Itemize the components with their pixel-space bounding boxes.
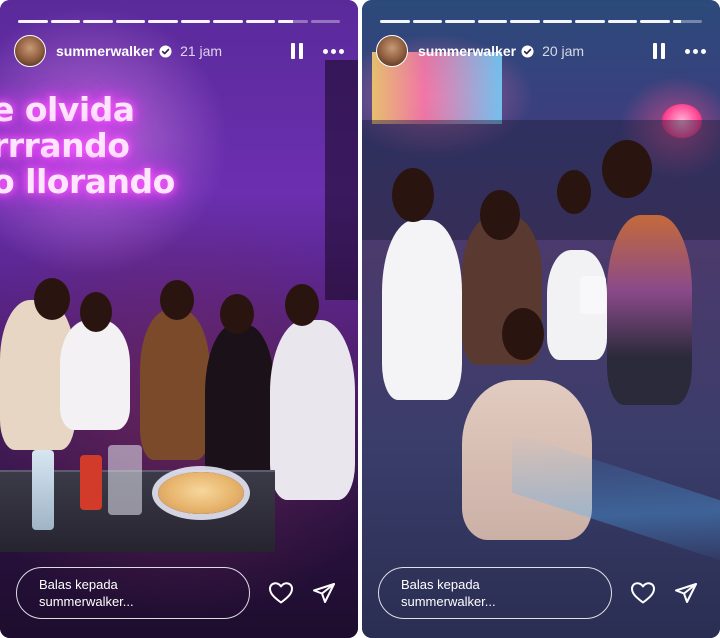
person-head: [480, 190, 520, 240]
floor-light: [512, 432, 720, 568]
send-icon[interactable]: [674, 581, 698, 605]
cake: [158, 472, 244, 514]
heart-icon[interactable]: [268, 581, 294, 605]
person-head: [502, 308, 544, 360]
reply-input[interactable]: Balas kepada summerwalker...: [16, 567, 250, 619]
wall-panel: [325, 60, 358, 300]
progress-segment: [180, 20, 210, 23]
avatar[interactable]: [376, 35, 408, 67]
neon-sign: e olvida rrrando o llorando: [0, 90, 175, 201]
story-progress: [380, 20, 702, 23]
reply-placeholder: Balas kepada: [39, 577, 118, 592]
person-head: [220, 294, 254, 334]
story-photo: [362, 0, 720, 638]
story-header: summerwalker 21 jam: [14, 33, 344, 69]
progress-segment: [640, 20, 670, 23]
story-footer: Balas kepada summerwalker...: [16, 566, 344, 620]
progress-segment: [672, 20, 702, 23]
progress-segment: [245, 20, 275, 23]
progress-segment: [445, 20, 475, 23]
send-icon[interactable]: [312, 581, 336, 605]
person-head: [160, 280, 194, 320]
username[interactable]: summerwalker: [418, 43, 516, 59]
reply-placeholder: summerwalker...: [39, 594, 134, 609]
verified-badge-icon: [521, 44, 534, 58]
avatar[interactable]: [14, 35, 46, 67]
person-head: [34, 278, 70, 320]
story-photo: e olvida rrrando o llorando: [0, 0, 358, 638]
progress-segment: [477, 20, 507, 23]
phone: [580, 276, 606, 314]
progress-segment: [542, 20, 572, 23]
story-footer: Balas kepada summerwalker...: [378, 566, 706, 620]
pause-icon[interactable]: [653, 43, 667, 59]
progress-segment: [510, 20, 540, 23]
progress-segment: [575, 20, 605, 23]
person-head: [557, 170, 591, 214]
story-progress: [18, 20, 340, 23]
reply-placeholder: Balas kepada: [401, 577, 480, 592]
progress-segment: [148, 20, 178, 23]
progress-segment: [18, 20, 48, 23]
progress-segment: [412, 20, 442, 23]
person: [382, 220, 462, 400]
person: [140, 310, 210, 460]
reply-input[interactable]: Balas kepada summerwalker...: [378, 567, 612, 619]
progress-segment: [310, 20, 340, 23]
water-bottle: [32, 450, 54, 530]
person-head: [285, 284, 319, 326]
heart-icon[interactable]: [630, 581, 656, 605]
progress-segment: [50, 20, 80, 23]
bottle: [108, 445, 142, 515]
person-head: [602, 140, 652, 198]
person: [60, 320, 130, 430]
person: [270, 320, 355, 500]
post-time: 21 jam: [180, 43, 223, 59]
reply-placeholder: summerwalker...: [401, 594, 496, 609]
verified-badge-icon: [159, 44, 172, 58]
story-card-left[interactable]: e olvida rrrando o llorando summerwalker…: [0, 0, 358, 638]
post-time: 20 jam: [542, 43, 585, 59]
story-header: summerwalker 20 jam: [376, 33, 706, 69]
username[interactable]: summerwalker: [56, 43, 154, 59]
progress-segment: [607, 20, 637, 23]
person-head: [392, 168, 434, 222]
more-options-icon[interactable]: [323, 45, 344, 58]
cup: [80, 455, 102, 510]
more-options-icon[interactable]: [685, 45, 706, 58]
progress-segment: [83, 20, 113, 23]
progress-segment: [213, 20, 243, 23]
progress-segment: [278, 20, 308, 23]
progress-segment: [380, 20, 410, 23]
story-card-right[interactable]: summerwalker 20 jam Balas kepada summerw…: [362, 0, 720, 638]
pause-icon[interactable]: [291, 43, 305, 59]
person-head: [80, 292, 112, 332]
progress-fill: [672, 20, 682, 23]
progress-fill: [278, 20, 293, 23]
progress-segment: [115, 20, 145, 23]
person: [607, 215, 692, 405]
